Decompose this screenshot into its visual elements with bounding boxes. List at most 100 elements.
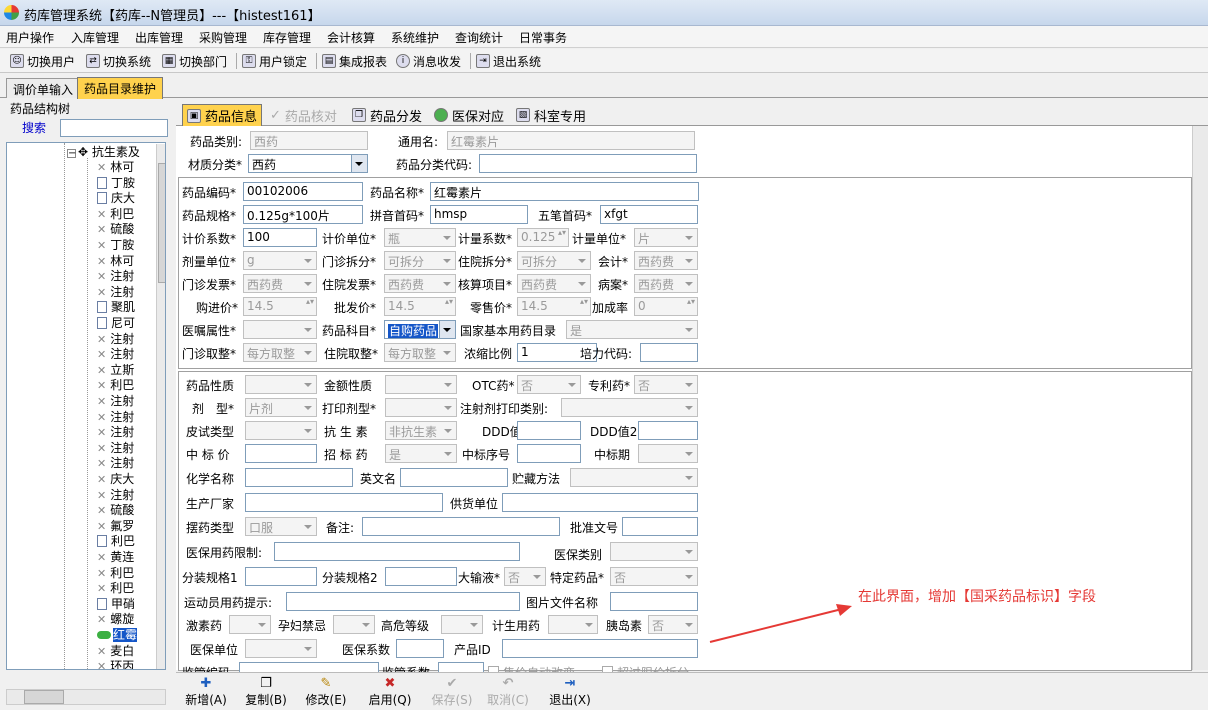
class-code-field[interactable] (479, 154, 697, 173)
tree-item[interactable]: 庆大 (97, 189, 135, 205)
case-select[interactable]: 西药费 (634, 274, 698, 293)
message-button[interactable]: i 消息收发 (396, 52, 461, 70)
tree-item[interactable]: ✕ 注射 (97, 345, 134, 361)
tab-price-adjust[interactable]: 调价单输入 (6, 78, 81, 98)
tree-item[interactable]: ✕ 注射 (97, 330, 134, 346)
price-coef-field[interactable]: 100 (243, 228, 317, 247)
tab-drug-check[interactable]: ✓ 药品核对 (266, 104, 341, 126)
bid-period-select[interactable] (638, 444, 698, 463)
tree-item[interactable]: ✕ 利巴 (97, 376, 134, 392)
bid-no-field[interactable] (517, 444, 581, 463)
tree-item[interactable]: ✕ 立斯 (97, 361, 134, 377)
save-button[interactable]: ✔ 保存(S) (424, 675, 480, 709)
tab-drug-info[interactable]: ▣ 药品信息 (182, 104, 263, 126)
pack-spec1-field[interactable] (245, 567, 317, 586)
tree-item[interactable]: ✕ 氟罗 (97, 517, 134, 533)
form-scrollbar[interactable] (1192, 126, 1208, 670)
switch-user-button[interactable]: ☺ 切换用户 (10, 52, 75, 70)
storage-method-select[interactable] (570, 468, 698, 487)
enable-button[interactable]: ✖ 启用(Q) (362, 675, 418, 709)
tree-item[interactable]: ✕ 硫酸 (97, 220, 134, 236)
tree-node-antibiotics[interactable]: − ✥ 抗生素及 (67, 143, 140, 159)
dosage-form-select[interactable]: 片剂 (245, 398, 317, 417)
note-field[interactable] (362, 517, 560, 536)
retail-price-field[interactable]: 14.5 (517, 297, 591, 316)
tree-item[interactable]: 利巴 (97, 532, 135, 548)
tree-item[interactable]: ✕ 利巴 (97, 205, 134, 221)
train-code-field[interactable] (640, 343, 698, 362)
tree-item[interactable]: ✕ 利巴 (97, 564, 134, 580)
pack-spec2-field[interactable] (385, 567, 457, 586)
pinyin-code-field[interactable]: hmsp (430, 205, 528, 224)
add-button[interactable]: ✚ 新增(A) (178, 675, 234, 709)
tree-item[interactable]: ✕ 利巴 (97, 579, 134, 595)
tree-item[interactable]: ✕ 注射 (97, 408, 134, 424)
otc-select[interactable]: 否 (517, 375, 581, 394)
meas-unit-select[interactable]: 片 (634, 228, 698, 247)
meas-coef-field[interactable]: 0.125 (517, 228, 569, 247)
exit-button[interactable]: ⇥ 退出(X) (542, 675, 598, 709)
tree-item[interactable]: ✕ 庆大 (97, 470, 134, 486)
menu-user[interactable]: 用户操作 (6, 29, 54, 46)
insurance-limit-field[interactable] (274, 542, 520, 561)
tree-item[interactable]: ✕ 注射 (97, 439, 134, 455)
drug-category-field[interactable]: 西药 (250, 131, 368, 150)
insurance-unit-select[interactable] (245, 639, 317, 658)
cancel-button[interactable]: ↶ 取消(C) (480, 675, 536, 709)
tree-item[interactable]: ✕ 注射 (97, 267, 134, 283)
chemical-name-field[interactable] (245, 468, 353, 487)
tree-h-scroll-thumb[interactable] (24, 690, 64, 704)
infusion-select[interactable]: 否 (504, 567, 546, 586)
skin-test-select[interactable] (245, 421, 317, 440)
switch-system-button[interactable]: ⇄ 切换系统 (86, 52, 151, 70)
basic-list-select[interactable]: 是 (566, 320, 698, 339)
menu-system[interactable]: 系统维护 (391, 29, 439, 46)
english-name-field[interactable] (400, 468, 508, 487)
markup-rate-field[interactable]: 0 (634, 297, 698, 316)
menu-accounting[interactable]: 会计核算 (327, 29, 375, 46)
tree-item[interactable]: ✕ 林可 (97, 158, 134, 174)
tree-item[interactable]: ✕ 注射 (97, 486, 134, 502)
manufacturer-field[interactable] (245, 493, 443, 512)
exit-system-button[interactable]: ⇥ 退出系统 (476, 52, 541, 70)
tab-drug-catalog[interactable]: 药品目录维护 (77, 77, 164, 99)
drug-tree[interactable]: − ✥ 抗生素及 ✕ 林可 丁胺 庆大 ✕ 利巴 ✕ 硫酸 ✕ 丁胺 ✕ 林可 ✕ 注射 ✕ 注射 聚肌 尼可 ✕ 注射… (6, 142, 166, 670)
drug-nature-select[interactable] (245, 375, 317, 394)
drug-code-field[interactable]: 00102006 (243, 182, 363, 201)
tree-item[interactable]: ✕ 注射 (97, 423, 134, 439)
generic-name-field[interactable]: 红霉素片 (447, 131, 695, 150)
edit-button[interactable]: ✎ 修改(E) (298, 675, 354, 709)
ip-invoice-select[interactable]: 西药费 (384, 274, 456, 293)
menu-daily[interactable]: 日常事务 (519, 29, 567, 46)
switch-dept-button[interactable]: ▦ 切换部门 (162, 52, 227, 70)
dose-unit-select[interactable]: g (243, 251, 317, 270)
search-input[interactable] (60, 119, 168, 137)
product-id-field[interactable] (502, 639, 698, 658)
user-lock-button[interactable]: ⚿ 用户锁定 (242, 52, 307, 70)
tree-item[interactable]: 尼可 (97, 314, 135, 330)
insurance-category-select[interactable] (610, 542, 698, 561)
tree-item[interactable]: ✕ 丁胺 (97, 236, 134, 252)
tree-scroll-thumb[interactable] (158, 163, 165, 283)
op-invoice-select[interactable]: 西药费 (243, 274, 317, 293)
ddd2-field[interactable] (638, 421, 698, 440)
menu-query[interactable]: 查询统计 (455, 29, 503, 46)
menu-purchase[interactable]: 采购管理 (199, 29, 247, 46)
price-unit-select[interactable]: 瓶 (384, 228, 456, 247)
acct-select[interactable]: 西药费 (634, 251, 698, 270)
special-drug-select[interactable]: 否 (610, 567, 698, 586)
antibiotic-select[interactable]: 非抗生素 (385, 421, 457, 440)
tree-item[interactable]: 红霉 (97, 626, 138, 642)
tree-item[interactable]: ✕ 螺旋 (97, 610, 134, 626)
ip-split-select[interactable]: 可拆分 (517, 251, 591, 270)
bid-drug-select[interactable]: 是 (385, 444, 457, 463)
family-planning-select[interactable] (548, 615, 598, 634)
order-attr-select[interactable] (243, 320, 317, 339)
image-filename-field[interactable] (610, 592, 698, 611)
tab-dept-only[interactable]: ▧ 科室专用 (512, 104, 590, 126)
tree-item[interactable]: 丁胺 (97, 174, 135, 190)
ddd-field[interactable] (517, 421, 581, 440)
wubi-code-field[interactable]: xfgt (600, 205, 698, 224)
copy-button[interactable]: ❐ 复制(B) (238, 675, 294, 709)
tree-item[interactable]: ✕ 注射 (97, 392, 134, 408)
